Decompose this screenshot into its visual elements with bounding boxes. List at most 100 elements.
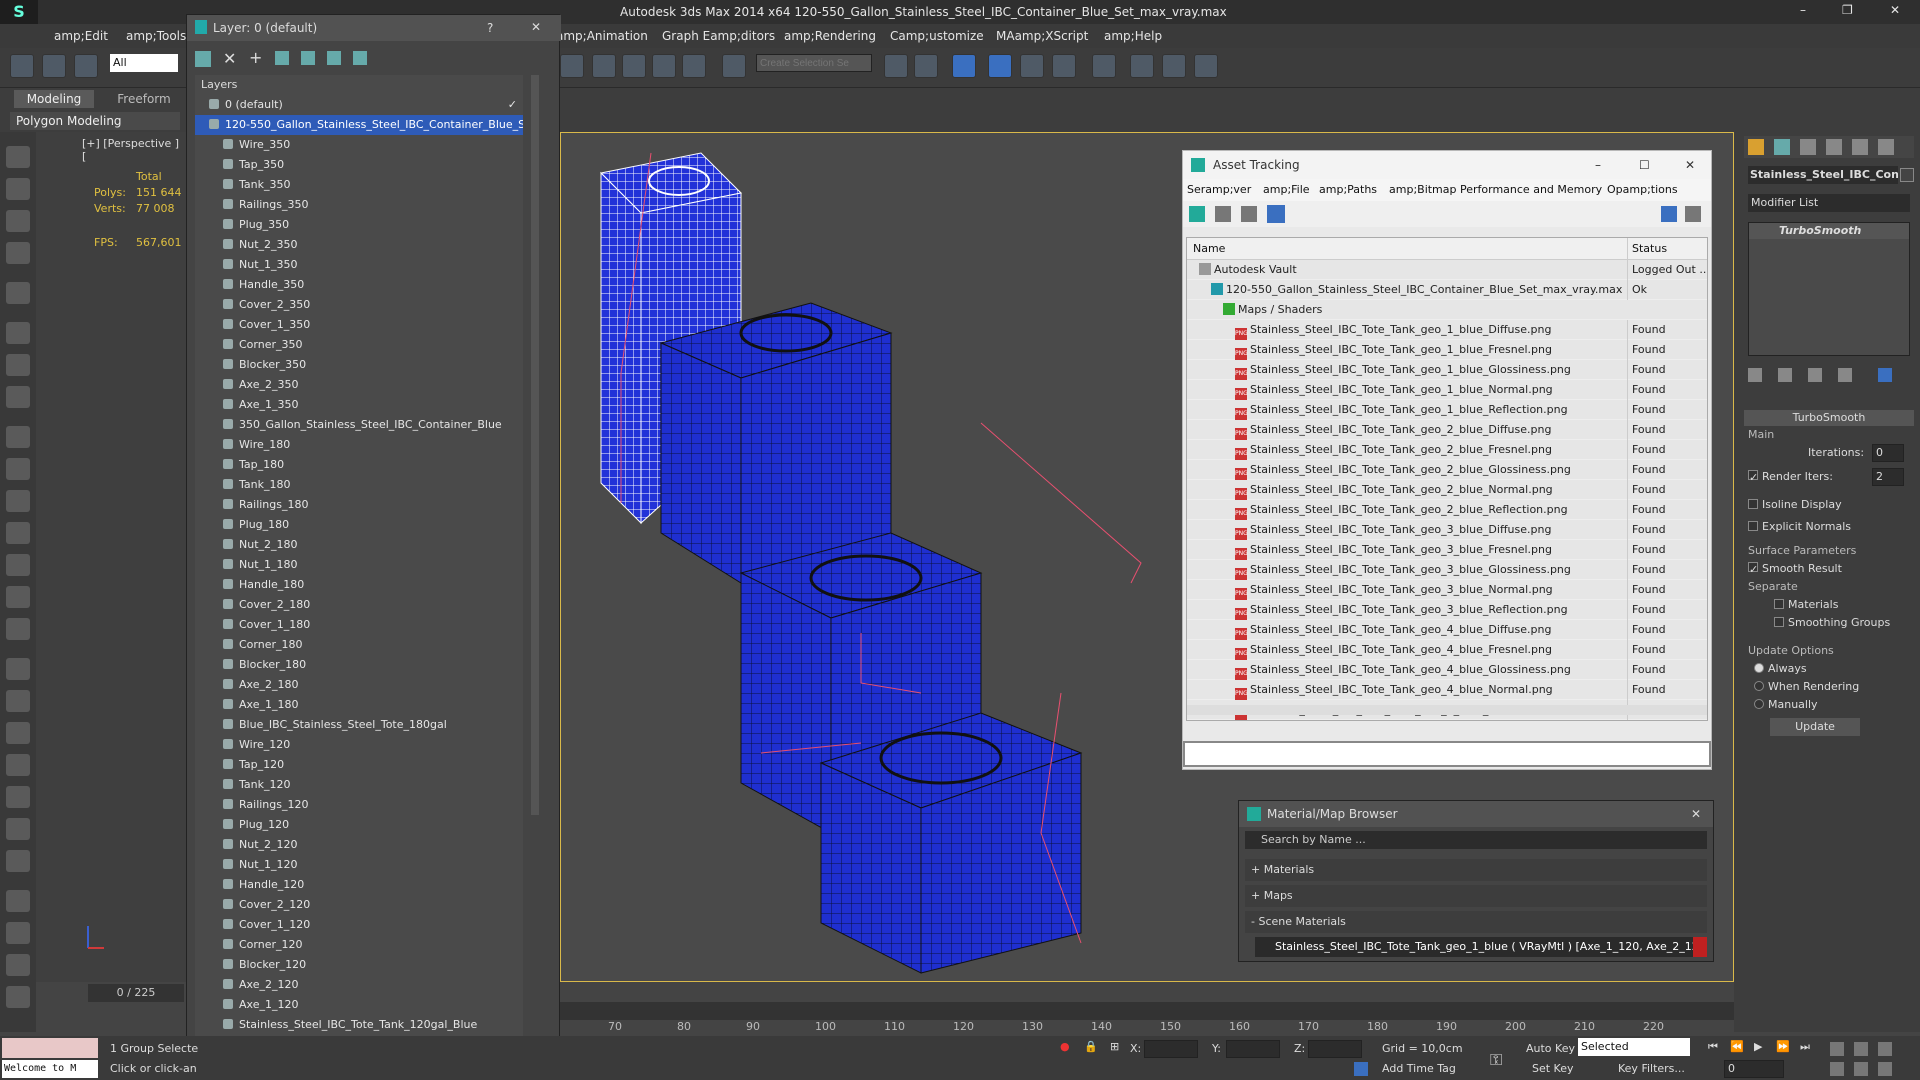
asset-row[interactable]: PNG Stainless_Steel_IBC_Tote_Tank_geo_1_b… [1187,360,1707,380]
remove-modifier-icon[interactable] [1838,368,1852,382]
mirror-icon[interactable] [884,54,908,78]
asset-row[interactable]: PNGStainless_Steel_IBC_Tote_Tank_geo_4_b… [1187,680,1707,700]
utilities-tab-icon[interactable] [1878,139,1894,155]
asset-row[interactable]: Maps / Shaders [1187,300,1707,320]
list-view-icon[interactable] [1215,206,1231,222]
create-tab-icon[interactable] [1748,139,1764,155]
align-icon[interactable] [914,54,938,78]
scene-explorer-icon[interactable] [988,54,1012,78]
teapot-render-icon[interactable] [6,954,30,976]
object-name-field[interactable]: Stainless_Steel_IBC_Con [1748,166,1898,184]
smooth-result-check-icon[interactable]: ✓ [1748,562,1758,576]
tube-icon[interactable] [6,282,30,304]
selection-filter-dropdown[interactable]: All [110,54,178,72]
cone-icon[interactable] [6,554,30,576]
smoothing-groups-checkbox[interactable]: Smoothing Groups [1774,616,1890,629]
grid-icon[interactable] [6,242,30,264]
layer-row[interactable]: Handle_180 [195,575,523,595]
display-tab-icon[interactable] [1852,139,1868,155]
layer-row[interactable]: Corner_180 [195,635,523,655]
asset-row[interactable]: PNG Stainless_Steel_IBC_Tote_Tank_geo_2_b… [1187,460,1707,480]
render-setup-icon[interactable] [1130,54,1154,78]
app-logo[interactable]: S [0,0,38,24]
menu-tools[interactable]: amp;Tools [126,29,186,43]
zoom-all-icon[interactable] [1854,1042,1868,1056]
layer-row[interactable]: Nut_2_350 [195,235,523,255]
modify-tab-icon[interactable] [1774,139,1790,155]
utilities-icon[interactable] [6,922,30,944]
explicit-normals-check-icon[interactable] [1748,521,1758,531]
isoline-display-checkbox[interactable]: Isoline Display [1748,498,1842,511]
minimize-icon[interactable]: – [1595,151,1601,179]
schematic-view-icon[interactable] [1052,54,1076,78]
layer-row[interactable]: Plug_180 [195,515,523,535]
light-icon[interactable] [6,586,30,608]
make-unique-icon[interactable] [1808,368,1822,382]
x-coord-field[interactable] [1144,1040,1198,1058]
layer-explorer-titlebar[interactable]: Layer: 0 (default) ? ✕ [187,15,561,41]
layer-row[interactable]: Corner_350 [195,335,523,355]
asset-row[interactable]: PNGStainless_Steel_IBC_Tote_Tank_geo_4_b… [1187,640,1707,660]
motion-tab-icon[interactable] [1826,139,1842,155]
bind-spacewarp-icon[interactable] [74,54,98,78]
absolute-mode-icon[interactable]: ⊞ [1110,1040,1119,1053]
go-to-start-icon[interactable]: ⏮ [1708,1040,1718,1054]
always-radio-icon[interactable] [1754,663,1764,673]
layer-row[interactable]: Tap_180 [195,455,523,475]
layer-row[interactable]: Plug_350 [195,215,523,235]
frame-counter[interactable]: 0 / 225 [88,984,184,1002]
list-icon[interactable] [6,210,30,232]
layer-row[interactable]: Axe_1_120 [195,995,523,1015]
rotate-icon[interactable] [6,354,30,376]
layer-row[interactable]: Blocker_180 [195,655,523,675]
layer-list[interactable]: 0 (default) ✓ 120-550_Gallon_Stainless_Ste… [195,95,523,1055]
asset-row[interactable]: PNG Stainless_Steel_IBC_Tote_Tank_geo_3_b… [1187,580,1707,600]
modifier-list-dropdown[interactable]: Modifier List [1748,194,1910,212]
render-iters-check-icon[interactable]: ✓ [1748,470,1758,484]
asset-row[interactable]: PNG Stainless_Steel_IBC_Tote_Tank_geo_1_b… [1187,400,1707,420]
smoothing-groups-check-icon[interactable] [1774,617,1784,627]
current-frame-field[interactable]: 0 [1724,1060,1784,1078]
curve-editor-icon[interactable] [1020,54,1044,78]
freeze-all-icon[interactable] [327,51,341,65]
layer-row[interactable]: Blocker_350 [195,355,523,375]
layer-row[interactable]: Cover_1_350 [195,315,523,335]
asset-row[interactable]: PNG Stainless_Steel_IBC_Tote_Tank_geo_3_b… [1187,520,1707,540]
help-icon[interactable] [1661,206,1677,222]
layer-row[interactable]: Cover_2_120 [195,895,523,915]
isolate-icon[interactable]: ● [1060,1040,1070,1053]
maps-section[interactable]: + Maps [1245,885,1707,907]
material-editor-icon[interactable] [1092,54,1116,78]
tank-350[interactable] [659,302,893,584]
layer-row[interactable]: 350_Gallon_Stainless_Steel_IBC_Container… [195,415,523,435]
sphere-icon[interactable] [6,458,30,480]
wire-icon[interactable] [6,850,30,872]
select-object-icon[interactable] [6,146,30,168]
iterations-spinner[interactable]: 0 [1872,444,1904,462]
current-layer-check-icon[interactable]: ✓ [508,95,517,115]
pin-stack-icon[interactable] [1748,368,1762,382]
layers-column-header[interactable]: Layers [195,75,523,95]
zoom-extents-icon[interactable] [1878,1042,1892,1056]
layer-row[interactable]: Tap_120 [195,755,523,775]
field-of-view-icon[interactable] [1830,1062,1844,1076]
rendered-frame-window-icon[interactable] [1162,54,1186,78]
layer-row[interactable]: Tank_120 [195,775,523,795]
menu-graph-editors[interactable]: Graph Eamp;ditors [662,29,775,43]
unlink-icon[interactable] [42,54,66,78]
asset-path-field[interactable] [1183,741,1711,767]
layer-row[interactable]: Blocker_120 [195,955,523,975]
maximize-icon[interactable]: ☐ [1639,151,1650,179]
settings-icon[interactable] [1685,206,1701,222]
material-browser-titlebar[interactable]: Material/Map Browser ✕ [1239,801,1713,827]
menu-bitmap-performance[interactable]: amp;Bitmap Performance and Memory [1389,179,1602,201]
new-layer-icon[interactable] [195,51,211,67]
asset-row[interactable]: PNG Stainless_Steel_IBC_Tote_Tank_geo_1_b… [1187,340,1707,360]
link-icon[interactable] [10,54,34,78]
asset-row[interactable]: PNG Stainless_Steel_IBC_Tote_Tank_geo_3_b… [1187,560,1707,580]
menu-help[interactable]: amp;Help [1104,29,1162,43]
when-rendering-radio-icon[interactable] [1754,681,1764,691]
key-selection-dropdown[interactable]: Selected [1578,1038,1690,1056]
layer-row[interactable]: 0 (default) ✓ [195,95,523,115]
hierarchy-icon[interactable] [6,722,30,744]
